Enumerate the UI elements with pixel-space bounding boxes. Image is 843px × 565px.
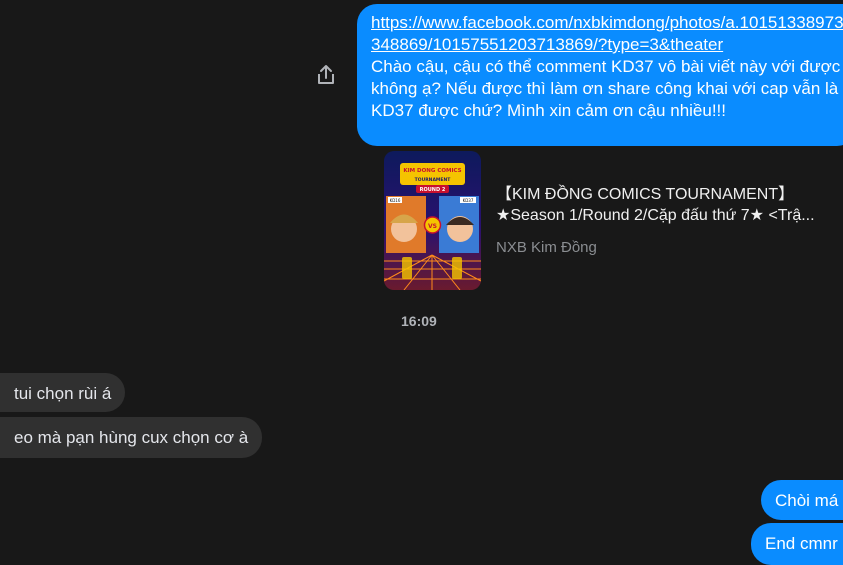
message-link[interactable]: https://www.facebook.com/nxbkimdong/phot… — [371, 13, 843, 54]
link-preview-title-line2: ★Season 1/Round 2/Cặp đấu thứ 7★ <Trậ... — [496, 207, 815, 224]
poster-banner-text: KIM DONG COMICS — [403, 168, 461, 174]
poster-subtitle-text: TOURNAMENT — [415, 177, 452, 183]
incoming-message-text: tui chọn rùi á — [14, 384, 112, 403]
message-timestamp: 16:09 — [401, 313, 437, 329]
outgoing-message-bubble[interactable]: Chòi má — [761, 480, 843, 520]
poster-right-label: KD37 — [463, 198, 474, 203]
incoming-message-text: eo mà pạn hùng cux chọn cơ à — [14, 428, 249, 447]
outgoing-message-bubble[interactable]: End cmnr — [751, 523, 843, 565]
link-preview-source: NXB Kim Đồng — [496, 239, 597, 256]
outgoing-message-bubble[interactable]: https://www.facebook.com/nxbkimdong/phot… — [357, 4, 843, 146]
message-text: Chào cậu, cậu có thể comment KD37 vô bài… — [371, 57, 841, 120]
poster-round-text: ROUND 2 — [420, 187, 446, 193]
share-icon — [318, 65, 334, 84]
link-preview-title-line1: 【KIM ĐỒNG COMICS TOURNAMENT】 — [496, 186, 795, 203]
share-button[interactable] — [316, 64, 336, 86]
incoming-message-bubble[interactable]: tui chọn rùi á — [0, 373, 126, 412]
tournament-poster: KIM DONG COMICS TOURNAMENT ROUND 2 KD16 … — [384, 151, 481, 290]
outgoing-message-text: Chòi má — [775, 491, 839, 510]
incoming-message-bubble[interactable]: eo mà pạn hùng cux chọn cơ à — [0, 417, 263, 458]
outgoing-message-text: End cmnr — [765, 534, 838, 553]
link-preview-image[interactable]: KIM DONG COMICS TOURNAMENT ROUND 2 KD16 … — [384, 151, 481, 290]
poster-vs-text: VS — [428, 223, 437, 230]
link-preview-title[interactable]: 【KIM ĐỒNG COMICS TOURNAMENT】 ★Season 1/R… — [496, 184, 843, 226]
poster-left-label: KD16 — [390, 198, 401, 203]
